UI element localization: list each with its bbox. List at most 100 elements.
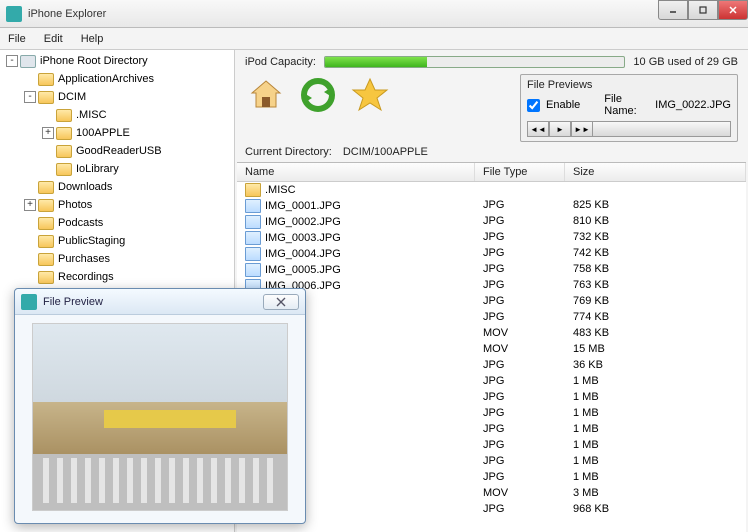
file-row[interactable]: 3.JPGJPG774 KB <box>237 310 746 326</box>
col-name-header[interactable]: Name <box>237 163 475 181</box>
capacity-bar <box>324 56 625 68</box>
file-row[interactable]: IMG_0003.JPGJPG732 KB <box>237 230 746 246</box>
menu-file[interactable]: File <box>8 33 26 45</box>
capacity-label: iPod Capacity: <box>245 56 316 68</box>
tree-item-label: Podcasts <box>58 217 103 229</box>
tree-item[interactable]: ApplicationArchives <box>0 71 234 87</box>
file-row[interactable]: IMG_0004.JPGJPG742 KB <box>237 246 746 262</box>
window-close-button[interactable] <box>718 0 748 20</box>
tree-item-label: Recordings <box>58 271 114 283</box>
enable-preview-checkbox[interactable] <box>527 99 540 112</box>
window-maximize-button[interactable] <box>688 0 718 20</box>
file-row[interactable]: IMG_0002.JPGJPG810 KB <box>237 214 746 230</box>
enable-preview-label: Enable <box>546 99 580 111</box>
tree-item-label: IoLibrary <box>76 163 119 175</box>
tree-item[interactable]: IoLibrary <box>0 161 234 177</box>
collapse-icon[interactable]: - <box>24 91 36 103</box>
file-rows[interactable]: .MISC IMG_0001.JPGJPG825 KBIMG_0002.JPGJP… <box>237 182 746 532</box>
file-row[interactable]: 0.MOVMOV15 MB <box>237 342 746 358</box>
window-title: iPhone Explorer <box>28 8 658 20</box>
image-file-icon <box>245 263 261 277</box>
file-row[interactable]: 2.JPGJPG36 KB <box>237 358 746 374</box>
folder-icon <box>56 163 72 176</box>
tree-item[interactable]: Podcasts <box>0 215 234 231</box>
file-preview-window[interactable]: File Preview <box>14 288 306 524</box>
tree-item[interactable]: -iPhone Root Directory <box>0 53 234 69</box>
tree-item-label: DCIM <box>58 91 86 103</box>
tree-item[interactable]: PublicStaging <box>0 233 234 249</box>
home-button[interactable] <box>245 74 287 116</box>
file-row[interactable]: .MISC <box>237 182 746 198</box>
file-preview-icon <box>21 294 37 310</box>
menu-edit[interactable]: Edit <box>44 33 63 45</box>
content-pane: iPod Capacity: 10 GB used of 29 GB File … <box>235 50 748 532</box>
tree-spacer <box>24 73 36 85</box>
tree-item[interactable]: +100APPLE <box>0 125 234 141</box>
file-row[interactable]: 7.JPGJPG769 KB <box>237 294 746 310</box>
file-row[interactable]: 7.JPGJPG1 MB <box>237 438 746 454</box>
file-row[interactable]: 9.JPGJPG1 MB <box>237 470 746 486</box>
file-name: .MISC <box>265 184 296 196</box>
menu-help[interactable]: Help <box>81 33 104 45</box>
tree-item-label: Purchases <box>58 253 110 265</box>
file-name: IMG_0005.JPG <box>265 264 341 276</box>
col-type-header[interactable]: File Type <box>475 163 565 181</box>
media-controls: ◄◄ ► ►► <box>527 121 731 137</box>
file-size: 3 MB <box>565 487 746 501</box>
file-type: JPG <box>475 263 565 277</box>
tree-item[interactable]: GoodReaderUSB <box>0 143 234 159</box>
tree-item[interactable]: Downloads <box>0 179 234 195</box>
image-file-icon <box>245 199 261 213</box>
media-slider[interactable] <box>593 121 731 137</box>
refresh-button[interactable] <box>297 74 339 116</box>
file-name: IMG_0001.JPG <box>265 200 341 212</box>
file-name: IMG_0003.JPG <box>265 232 341 244</box>
file-size: 1 MB <box>565 423 746 437</box>
file-row[interactable]: 8.JPGJPG1 MB <box>237 454 746 470</box>
file-row[interactable]: 9.MOVMOV483 KB <box>237 326 746 342</box>
file-row[interactable]: IMG_0001.JPGJPG825 KB <box>237 198 746 214</box>
file-row[interactable]: 0.MOVMOV3 MB <box>237 486 746 502</box>
file-type: JPG <box>475 423 565 437</box>
file-size: 1 MB <box>565 375 746 389</box>
col-size-header[interactable]: Size <box>565 163 746 181</box>
file-type <box>475 183 565 197</box>
tree-item[interactable]: .MISC <box>0 107 234 123</box>
tree-item[interactable]: - DCIM <box>0 89 234 105</box>
tree-item[interactable]: Purchases <box>0 251 234 267</box>
file-type: MOV <box>475 327 565 341</box>
file-row[interactable]: IMG_0006.JPGJPG763 KB <box>237 278 746 294</box>
collapse-icon[interactable]: - <box>6 55 18 67</box>
folder-icon <box>56 145 72 158</box>
file-preview-close-button[interactable] <box>263 294 299 310</box>
tree-spacer <box>24 253 36 265</box>
file-row[interactable]: 6.JPGJPG1 MB <box>237 422 746 438</box>
tree-item[interactable]: Recordings <box>0 269 234 285</box>
file-preview-titlebar[interactable]: File Preview <box>15 289 305 315</box>
preview-image <box>32 323 288 511</box>
folder-icon <box>38 271 54 284</box>
window-minimize-button[interactable] <box>658 0 688 20</box>
file-row[interactable]: IMG_0005.JPGJPG758 KB <box>237 262 746 278</box>
file-name: IMG_0004.JPG <box>265 248 341 260</box>
media-prev-button[interactable]: ◄◄ <box>527 121 549 137</box>
folder-icon <box>56 109 72 122</box>
tree-spacer <box>24 271 36 283</box>
media-play-button[interactable]: ► <box>549 121 571 137</box>
folder-icon <box>38 217 54 230</box>
expand-icon[interactable]: + <box>24 199 36 211</box>
tree-spacer <box>42 163 54 175</box>
menu-bar: File Edit Help <box>0 28 748 50</box>
tree-item[interactable]: +Photos <box>0 197 234 213</box>
file-row[interactable]: 3.JPGJPG1 MB <box>237 374 746 390</box>
file-size: 483 KB <box>565 327 746 341</box>
folder-icon <box>38 253 54 266</box>
file-type: JPG <box>475 359 565 373</box>
file-row[interactable]: 3.JPGJPG968 KB <box>237 502 746 518</box>
file-size: 15 MB <box>565 343 746 357</box>
media-next-button[interactable]: ►► <box>571 121 593 137</box>
file-row[interactable]: 5.JPGJPG1 MB <box>237 406 746 422</box>
file-row[interactable]: 4.JPGJPG1 MB <box>237 390 746 406</box>
favorite-button[interactable] <box>349 74 391 116</box>
expand-icon[interactable]: + <box>42 127 54 139</box>
